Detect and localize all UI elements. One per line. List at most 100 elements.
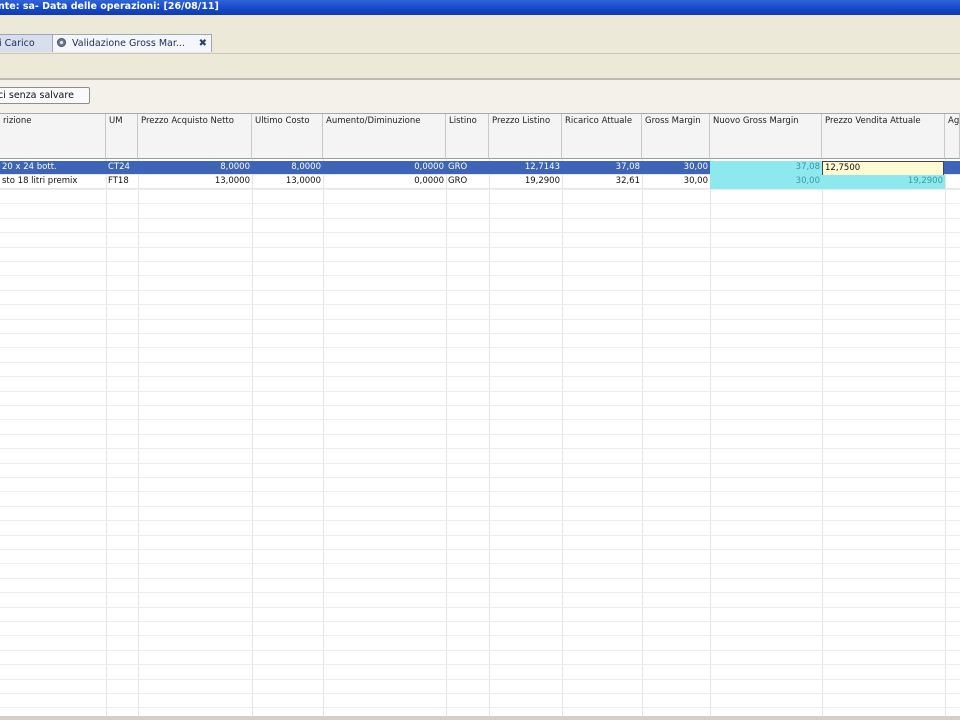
column-header-prezzo-acquisto-netto[interactable]: Prezzo Acquisto Netto	[138, 114, 252, 159]
tab-validazione-gross-margin[interactable]: Validazione Gross Mar... ✖	[52, 34, 212, 52]
cell-aumento-diminuzione[interactable]: 0,0000	[323, 161, 446, 175]
empty-row-line	[0, 376, 960, 378]
column-header-ultimo-costo[interactable]: Ultimo Costo	[252, 114, 323, 159]
grid-line	[710, 159, 711, 717]
cell-prezzo-vendita-attuale[interactable]: 19,2900	[822, 175, 945, 189]
window-title-bar: nte: sa- Data delle operazioni: [26/08/1…	[0, 0, 960, 15]
empty-row-line	[0, 361, 960, 363]
empty-row-line	[0, 678, 960, 680]
command-area	[0, 80, 960, 113]
empty-row-line	[0, 390, 960, 392]
cell-gross-margin[interactable]: 30,00	[642, 175, 710, 189]
cell-ag[interactable]	[945, 175, 960, 189]
cell-ag[interactable]	[945, 161, 960, 175]
menu-band	[0, 15, 960, 33]
empty-row-line	[0, 649, 960, 651]
table-row-selected[interactable]: 20 x 24 bott. CT24 8,0000 8,0000 0,0000 …	[0, 161, 960, 176]
empty-row-line	[0, 491, 960, 493]
empty-row-line	[0, 261, 960, 262]
grid-line	[323, 159, 324, 717]
empty-row-line	[0, 505, 960, 507]
empty-row-line	[0, 289, 960, 291]
empty-row-line	[0, 189, 960, 190]
grid-line	[252, 159, 253, 717]
cell-um[interactable]: FT18	[106, 175, 138, 189]
empty-row-line	[0, 664, 960, 666]
empty-row-line	[0, 635, 960, 637]
empty-row-line	[0, 318, 960, 320]
status-bar	[0, 716, 960, 720]
grid-line	[446, 159, 447, 717]
cell-ricarico-attuale[interactable]: 37,08	[562, 161, 642, 175]
empty-row-line	[0, 707, 960, 709]
empty-row-line	[0, 520, 960, 522]
column-header-nuovo-gross-margin[interactable]: Nuovo Gross Margin	[710, 114, 822, 159]
window-title: nte: sa- Data delle operazioni: [26/08/1…	[0, 1, 219, 12]
tab-strip: i Carico Validazione Gross Mar... ✖	[0, 33, 960, 54]
empty-row-line	[0, 246, 960, 248]
cell-descrizione[interactable]: 20 x 24 bott.	[0, 161, 106, 175]
column-header-um[interactable]: UM	[106, 114, 138, 159]
cell-um[interactable]: CT24	[106, 161, 138, 175]
empty-row-line	[0, 577, 960, 579]
data-grid: rizione UM Prezzo Acquisto Netto Ultimo …	[0, 113, 960, 717]
empty-row-line	[0, 477, 960, 478]
empty-row-line	[0, 462, 960, 464]
cell-ultimo-costo[interactable]: 13,0000	[252, 175, 323, 189]
empty-row-line	[0, 433, 960, 435]
empty-row-line	[0, 333, 960, 334]
grid-line	[642, 159, 643, 717]
column-header-prezzo-listino[interactable]: Prezzo Listino	[489, 114, 562, 159]
gear-icon	[57, 38, 66, 47]
empty-row-line	[0, 448, 960, 450]
toolbar-strip	[0, 54, 960, 80]
grid-line	[138, 159, 139, 717]
cell-gross-margin[interactable]: 30,00	[642, 161, 710, 175]
empty-row-line	[0, 621, 960, 622]
column-header-listino[interactable]: Listino	[446, 114, 489, 159]
empty-row-line	[0, 347, 960, 349]
grid-line	[822, 159, 823, 717]
cell-prezzo-listino[interactable]: 19,2900	[489, 175, 562, 189]
column-header-gross-margin[interactable]: Gross Margin	[642, 114, 710, 159]
tab-carico[interactable]: i Carico	[0, 34, 54, 52]
column-header-aumento-diminuzione[interactable]: Aumento/Diminuzione	[323, 114, 446, 159]
cell-listino[interactable]: GRO	[446, 175, 489, 189]
column-header-ricarico-attuale[interactable]: Ricarico Attuale	[562, 114, 642, 159]
cell-descrizione[interactable]: sto 18 litri premix	[0, 175, 106, 189]
cell-listino[interactable]: GRO	[446, 161, 489, 175]
grid-line	[489, 159, 490, 717]
empty-row-line	[0, 592, 960, 594]
empty-row-line	[0, 275, 960, 277]
table-row[interactable]: sto 18 litri premix FT18 13,0000 13,0000…	[0, 175, 960, 189]
cell-prezzo-listino[interactable]: 12,7143	[489, 161, 562, 175]
cell-nuovo-gross-margin[interactable]: 30,00	[710, 175, 822, 189]
cell-nuovo-gross-margin[interactable]: 37,08	[710, 161, 822, 175]
close-icon[interactable]: ✖	[199, 35, 207, 52]
cell-prezzo-acquisto-netto[interactable]: 13,0000	[138, 175, 252, 189]
empty-row-line	[0, 563, 960, 565]
empty-row-line	[0, 232, 960, 234]
cell-aumento-diminuzione[interactable]: 0,0000	[323, 175, 446, 189]
prezzo-vendita-edit-field[interactable]: 12,7500	[822, 161, 944, 176]
grid-line	[945, 159, 946, 717]
column-header-prezzo-vendita-attuale[interactable]: Prezzo Vendita Attuale	[822, 114, 945, 159]
exit-without-saving-button[interactable]: ci senza salvare	[0, 87, 90, 104]
empty-row-line	[0, 534, 960, 536]
empty-row-line	[0, 217, 960, 219]
empty-row-line	[0, 693, 960, 694]
cell-prezzo-acquisto-netto[interactable]: 8,0000	[138, 161, 252, 175]
empty-row-line	[0, 405, 960, 406]
tab-validazione-label: Validazione Gross Mar...	[72, 38, 185, 49]
empty-row-line	[0, 304, 960, 306]
cell-ricarico-attuale[interactable]: 32,61	[562, 175, 642, 189]
column-header-descrizione[interactable]: rizione	[0, 114, 106, 159]
grid-line	[106, 159, 107, 717]
grid-line	[562, 159, 563, 717]
empty-row-line	[0, 549, 960, 550]
empty-row-line	[0, 203, 960, 205]
tab-carico-label: i Carico	[0, 38, 35, 49]
cell-ultimo-costo[interactable]: 8,0000	[252, 161, 323, 175]
column-header-ag[interactable]: Ag	[945, 114, 960, 159]
empty-row-line	[0, 419, 960, 421]
